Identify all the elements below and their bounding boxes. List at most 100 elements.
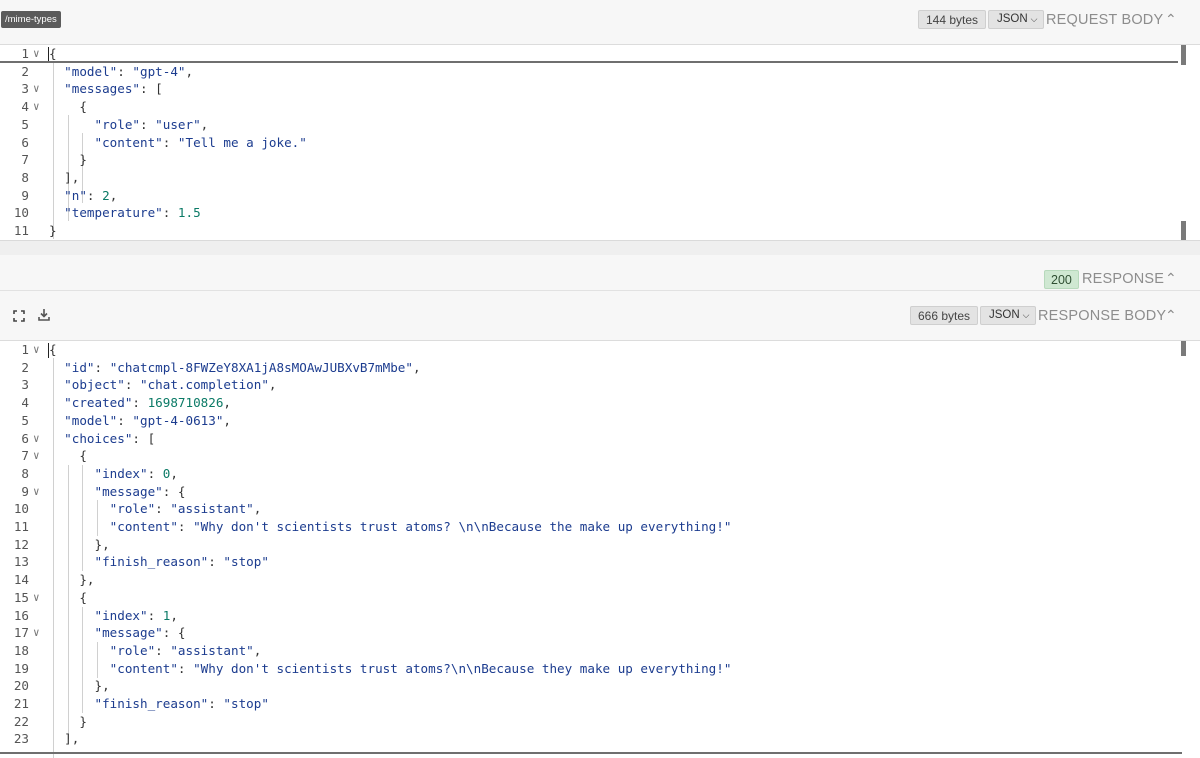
json-key: "finish_reason" [94,554,209,570]
code-line: 4 ∨ { [0,98,1180,116]
json-key: "object" [64,377,125,393]
json-string: "Why don't scientists trust atoms? \n\nB… [193,519,732,534]
line-number: 7 [21,152,29,168]
panel-divider[interactable] [0,240,1200,255]
collapse-request-icon[interactable]: ⌃ [1165,11,1177,28]
code-line: 8 "index": 0, [0,465,1180,483]
json-string: "gpt-4" [132,63,186,79]
code-line: 5 "role": "user", [0,116,1180,134]
json-key: "model" [64,412,118,428]
active-line-marker [0,61,1178,63]
horizontal-scrollbar[interactable] [0,752,1182,754]
scrollbar-thumb[interactable] [1181,45,1186,65]
line-number: 1 [21,342,29,357]
endpoint-path-badge: /mime-types [1,11,61,28]
line-number: 17 [13,625,29,641]
fold-chevron-icon[interactable]: ∨ [33,447,45,465]
code-line: 9 ∨ "message": { [0,483,1180,501]
code-line: 16 "index": 1, [0,607,1180,625]
line-number: 19 [13,660,29,676]
json-key: "message" [94,625,163,641]
code-line: 6 ∨ "choices": [ [0,430,1180,448]
json-key: "temperature" [64,205,163,221]
chevron-down-icon: ⌵ [1030,14,1038,24]
line-number: 10 [13,501,29,517]
fold-chevron-icon[interactable]: ∨ [33,80,45,98]
line-number: 5 [21,116,29,132]
fullscreen-icon[interactable] [13,309,25,327]
json-key: "finish_reason" [94,696,209,711]
response-title[interactable]: RESPONSE [1082,271,1164,287]
json-key: "content" [94,134,163,150]
request-format-select[interactable]: JSON ⌵ [988,10,1044,29]
json-key: "index" [94,607,148,623]
code-line: 15 ∨ { [0,589,1180,607]
code-line: 1 ∨{ [0,341,1180,359]
json-key: "content" [109,519,178,534]
json-key: "id" [64,359,95,375]
json-string: "gpt-4-0613" [132,412,224,428]
fold-chevron-icon[interactable]: ∨ [33,624,45,642]
json-string: "assistant" [170,501,254,517]
line-number: 8 [21,465,29,481]
line-number: 21 [13,696,29,711]
json-string: "Why don't scientists trust atoms?\n\nBe… [193,660,732,676]
code-line: 11} [0,222,1180,240]
line-number: 20 [13,678,29,694]
request-body-editor[interactable]: 1 ∨{ 2 "model": "gpt-4", 3 ∨ "messages": [… [0,45,1200,240]
fold-chevron-icon[interactable]: ∨ [33,430,45,448]
code-line: 3 "object": "chat.completion", [0,376,1180,394]
line-number: 6 [21,134,29,150]
scrollbar-thumb-end[interactable] [1181,221,1186,240]
line-number: 5 [21,412,29,428]
fold-chevron-icon[interactable]: ∨ [33,483,45,501]
code-line: 22 } [0,713,1180,731]
json-string: "user" [155,116,201,132]
json-key: "choices" [64,430,133,446]
line-number: 8 [21,169,29,185]
json-string: "stop" [223,696,269,711]
line-number: 3 [21,377,29,393]
request-bytes-badge: 144 bytes [918,10,987,29]
code-line: 10 "role": "assistant", [0,500,1180,518]
fold-chevron-icon[interactable]: ∨ [33,589,45,607]
status-code-badge: 200 [1044,270,1079,289]
line-number: 11 [13,519,29,534]
response-body-editor[interactable]: 1 ∨{ 2 "id": "chatcmpl-8FWZeY8XA1jA8sMOAw… [0,341,1200,758]
code-line: 11 "content": "Why don't scientists trus… [0,518,1180,536]
code-line: 9 "n": 2, [0,187,1180,205]
response-bytes-badge: 666 bytes [910,306,979,325]
collapse-response-body-icon[interactable]: ⌃ [1165,307,1177,324]
response-body-title[interactable]: RESPONSE BODY [1038,308,1166,324]
json-key: "content" [109,660,178,676]
code-line: 20 }, [0,677,1180,695]
json-key: "created" [64,395,133,411]
request-header: /mime-types 144 bytes JSON ⌵ REQUEST BODY… [0,0,1200,45]
json-string: "chatcmpl-8FWZeY8XA1jA8sMOAwJUBXvB7mMbe" [109,359,413,375]
response-format-select[interactable]: JSON ⌵ [980,306,1036,325]
response-format-label: JSON [989,309,1020,321]
code-line: 8 ], [0,169,1180,187]
json-number: 1698710826 [147,395,224,411]
json-string: "stop" [223,554,269,570]
collapse-response-icon[interactable]: ⌃ [1165,270,1177,287]
fold-chevron-icon[interactable]: ∨ [33,98,45,116]
json-key: "role" [109,642,156,658]
line-number: 3 [21,81,29,97]
code-line: 5 "model": "gpt-4-0613", [0,412,1180,430]
line-number: 14 [13,572,29,588]
fold-chevron-icon[interactable]: ∨ [33,341,45,359]
code-line: 23 ], [0,730,1180,748]
code-line: 7 } [0,151,1180,169]
download-icon[interactable] [38,308,50,326]
json-string: "chat.completion" [140,377,269,393]
json-string: "assistant" [170,642,254,658]
code-line: 7 ∨ { [0,447,1180,465]
request-body-title[interactable]: REQUEST BODY [1046,12,1163,28]
line-number: 11 [13,223,29,238]
json-string: "Tell me a joke." [177,134,307,150]
scrollbar-thumb[interactable] [1181,341,1186,356]
line-number: 9 [21,187,29,203]
chevron-down-icon: ⌵ [1022,310,1030,320]
json-key: "role" [109,501,156,517]
